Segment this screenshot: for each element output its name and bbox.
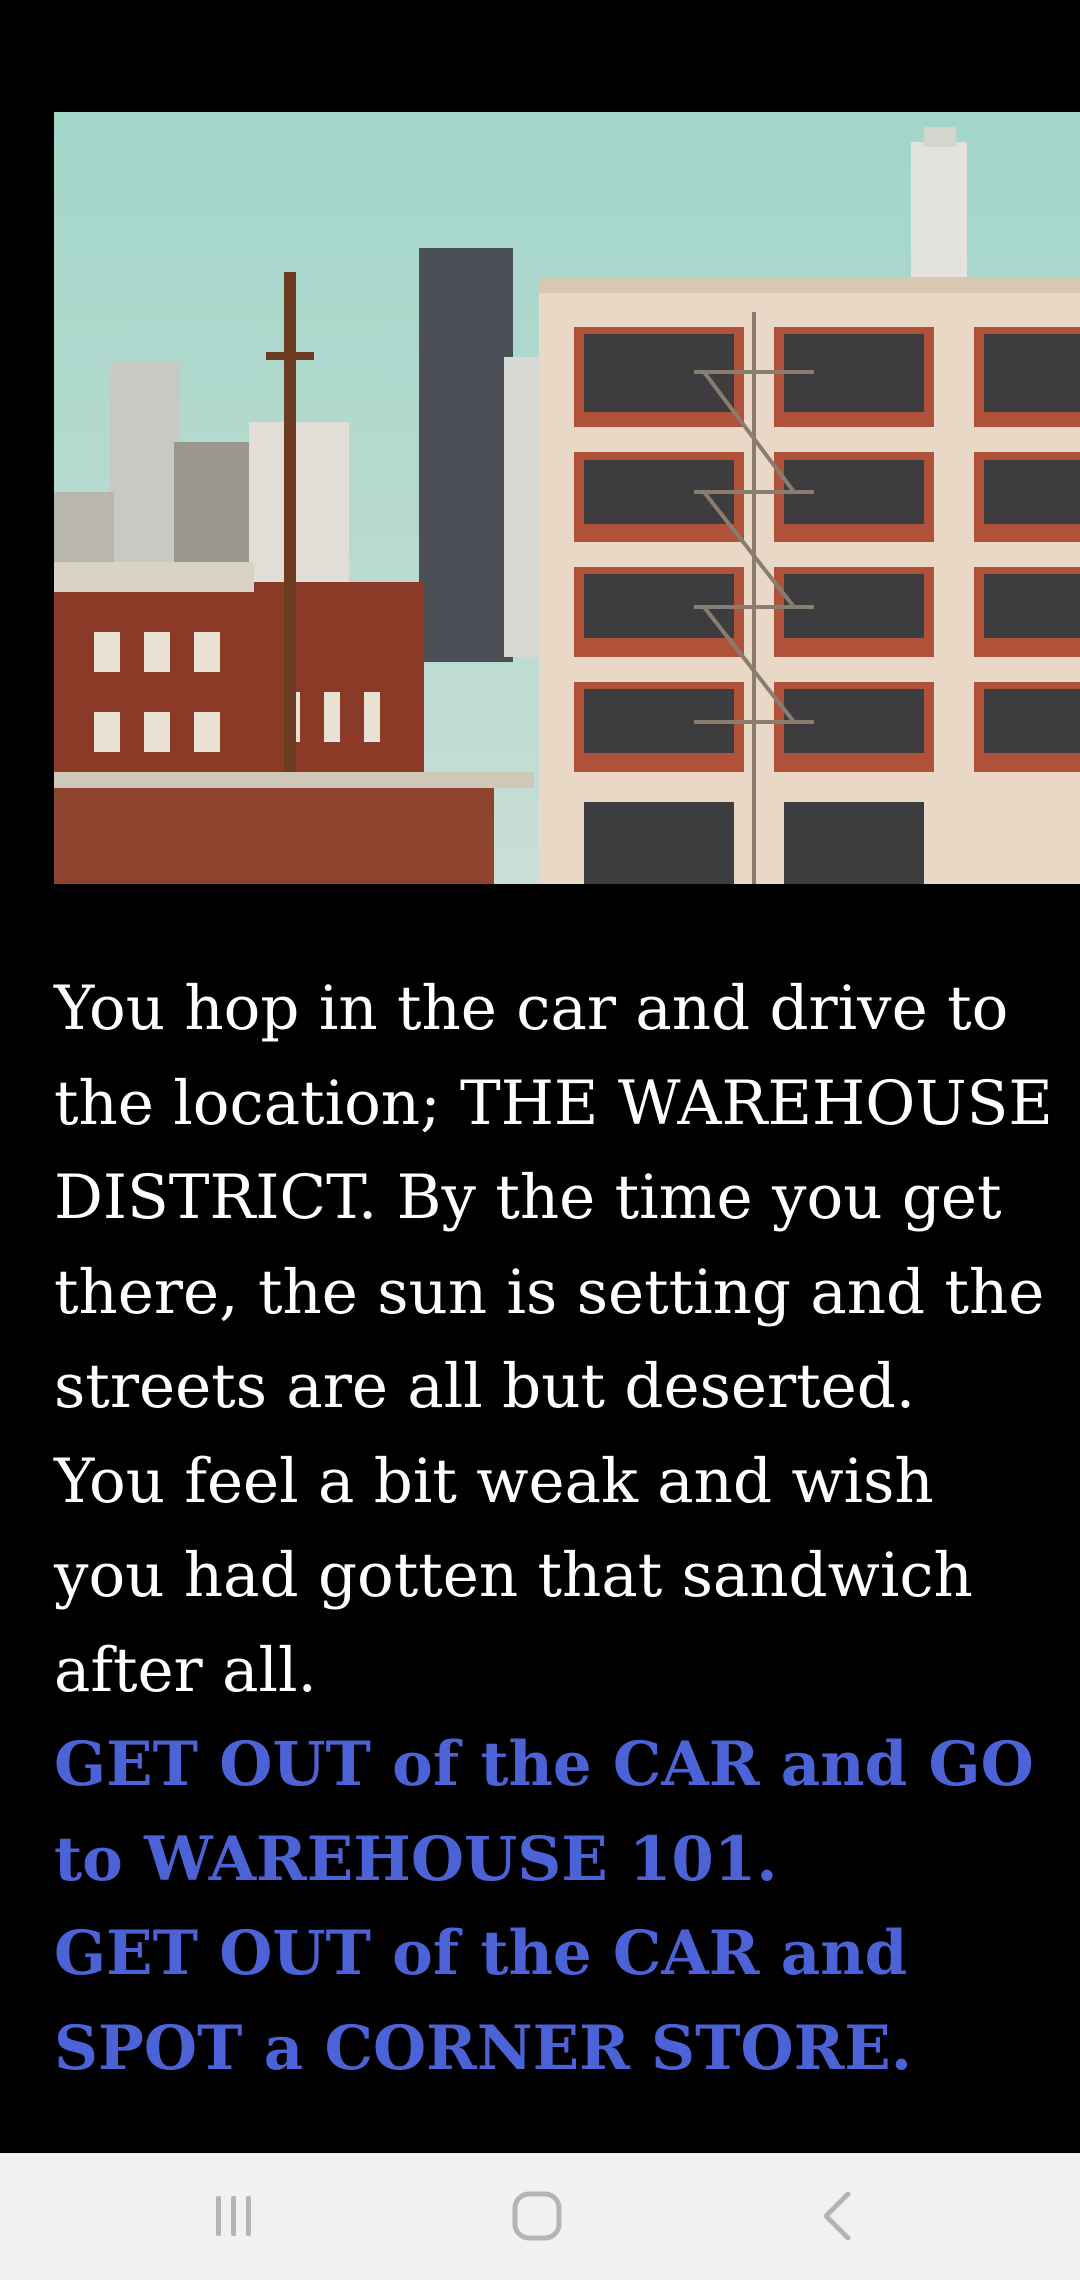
story-content: You hop in the car and drive to the loca… xyxy=(54,962,1054,2096)
recent-apps-button[interactable] xyxy=(174,2171,294,2261)
home-icon xyxy=(512,2191,562,2241)
story-paragraph: You feel a bit weak and wish you had got… xyxy=(54,1445,973,1706)
choice-go-to-warehouse-link[interactable]: GET OUT of the CAR and GO to WAREHOUSE 1… xyxy=(54,1718,1054,1907)
back-icon xyxy=(823,2191,851,2241)
warehouse-district-image xyxy=(54,112,1080,884)
system-navigation-bar xyxy=(0,2153,1080,2280)
home-button[interactable] xyxy=(477,2171,597,2261)
choice-spot-corner-store-link[interactable]: GET OUT of the CAR and SPOT a CORNER STO… xyxy=(54,1907,1054,2096)
story-paragraph: You hop in the car and drive to the loca… xyxy=(54,973,1053,1422)
back-button[interactable] xyxy=(779,2171,899,2261)
recent-apps-icon xyxy=(216,2196,251,2236)
